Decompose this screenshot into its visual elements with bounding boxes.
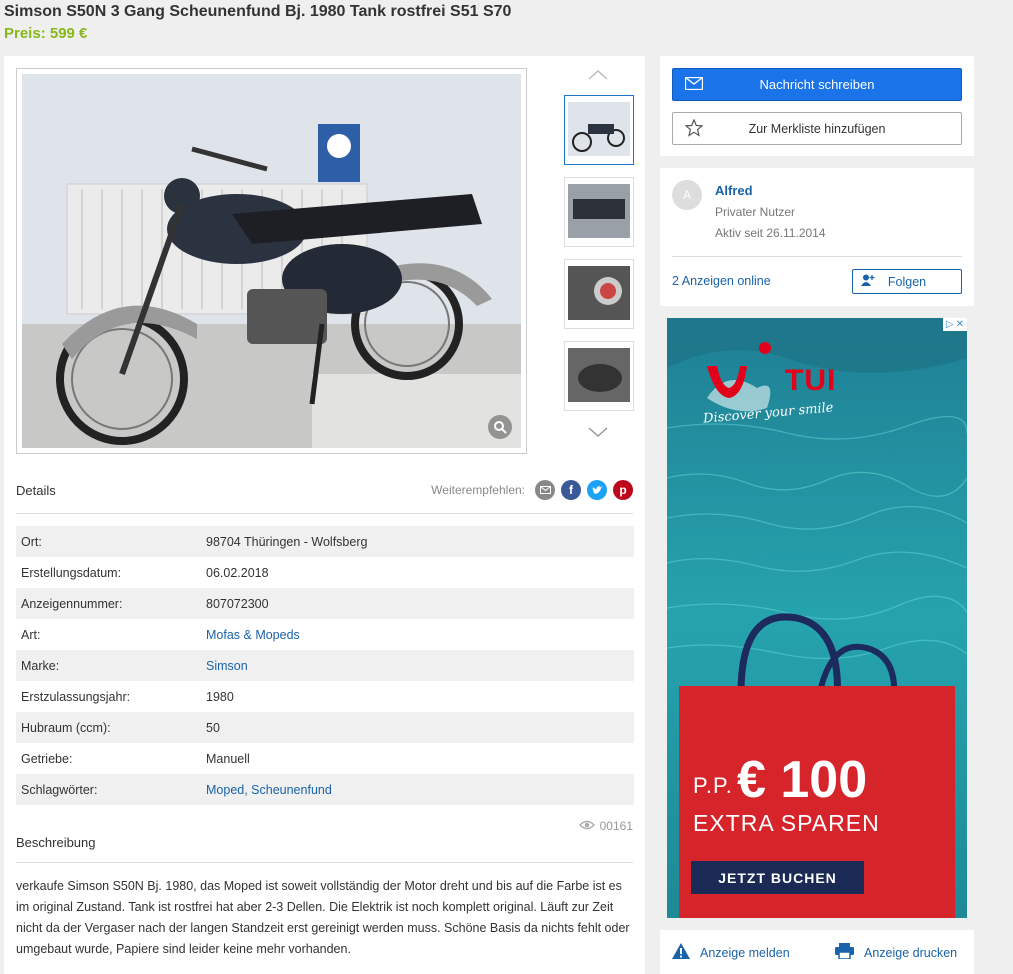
thumbnail-1[interactable] [564,95,634,165]
attr-key: Getriebe: [21,751,73,766]
details-header: Details Weiterempfehlen: f p [16,480,633,514]
attr-row-displacement: Hubraum (ccm): 50 [16,712,634,743]
attr-value: Manuell [206,751,250,766]
report-print-card: Anzeige melden Anzeige drucken [660,930,974,974]
thumbnail-4[interactable] [564,341,634,411]
description-text: verkaufe Simson S50N Bj. 1980, das Moped… [16,879,630,956]
ad-cta-button[interactable]: JETZT BUCHEN [691,861,864,894]
chevron-up-icon[interactable] [586,62,610,86]
attr-link-type[interactable]: Mofas & Mopeds [206,628,300,642]
attr-row-tags: Schlagwörter: Moped, Scheunenfund [16,774,634,805]
ad-choices[interactable]: ▷ ✕ [942,318,967,331]
attr-row-brand: Marke: Simson [16,650,634,681]
send-message-label: Nachricht schreiben [759,77,875,92]
ad-extra-text: EXTRA SPAREN [693,810,880,836]
follow-button[interactable]: Folgen [852,269,962,294]
attr-row-type: Art: Mofas & Mopeds [16,619,634,650]
attr-key: Hubraum (ccm): [21,720,111,735]
ad-banner[interactable]: TUI Discover your smile P.P. € 100 EXTRA… [667,318,967,918]
motorcycle-photo[interactable] [22,74,521,448]
attr-row-location: Ort: 98704 Thüringen - Wolfsberg [16,526,634,557]
seller-type: Privater Nutzer [715,205,796,219]
attr-key: Ort: [21,534,42,549]
envelope-icon [684,76,704,93]
thumbnail-2[interactable] [564,177,634,247]
follow-label: Folgen [887,274,927,289]
eye-icon [578,819,595,833]
thumbnail-strip [564,56,634,456]
chevron-down-icon[interactable] [586,421,610,445]
listing-main-card: Details Weiterempfehlen: f p Ort: 98704 T… [4,56,645,974]
attr-key: Erstellungsdatum: [21,565,122,580]
divider [672,256,962,257]
ad-choices-icon[interactable]: ▷ [946,319,954,330]
attr-value: 807072300 [206,596,269,611]
ad-price-prefix: P.P. [693,773,733,798]
listing-price: Preis: 599 € [4,25,88,42]
attr-key: Erstzulassungsjahr: [21,689,131,704]
zoom-icon[interactable] [488,415,512,439]
seller-ads-link[interactable]: 2 Anzeigen online [672,274,771,288]
view-counter: 00161 [578,819,633,833]
report-ad-label: Anzeige melden [700,945,790,960]
twitter-icon[interactable] [587,480,607,500]
ad-price: € 100 [737,751,868,809]
attr-link-brand[interactable]: Simson [206,659,248,673]
warning-icon [672,943,690,962]
description-heading: Beschreibung [16,835,96,850]
share-label: Weiterempfehlen: [431,483,525,497]
share-bar: Weiterempfehlen: f p [431,480,633,500]
main-image[interactable] [16,68,527,454]
report-ad-link[interactable]: Anzeige melden [672,943,790,962]
attr-key: Marke: [21,658,60,673]
details-heading: Details [16,483,56,498]
attr-key: Anzeigennummer: [21,596,123,611]
avatar: A [672,180,702,210]
printer-icon [835,943,854,962]
add-to-watchlist-button[interactable]: Zur Merkliste hinzufügen [672,112,962,145]
add-user-icon [861,274,875,289]
star-icon [684,118,704,140]
contact-actions-card: Nachricht schreiben Zur Merkliste hinzuf… [660,56,974,156]
seller-name[interactable]: Alfred [715,183,753,198]
description-header: Beschreibung [16,834,633,863]
thumbnail-3[interactable] [564,259,634,329]
facebook-icon[interactable]: f [561,480,581,500]
attr-key: Schlagwörter: [21,782,98,797]
attributes-table: Ort: 98704 Thüringen - Wolfsberg Erstellu… [16,526,634,805]
listing-title: Simson S50N 3 Gang Scheunenfund Bj. 1980… [4,3,512,20]
attr-value: 50 [206,720,220,735]
attr-row-first-registration: Erstzulassungsjahr: 1980 [16,681,634,712]
attr-value: 98704 Thüringen - Wolfsberg [206,534,368,549]
close-icon[interactable]: ✕ [956,319,964,330]
attr-key: Art: [21,627,41,642]
attr-row-created: Erstellungsdatum: 06.02.2018 [16,557,634,588]
view-count: 00161 [599,819,633,833]
seller-active-since: Aktiv seit 26.11.2014 [715,226,826,240]
seller-card: A Alfred Privater Nutzer Aktiv seit 26.1… [660,168,974,306]
print-ad-label: Anzeige drucken [864,945,958,960]
print-ad-link[interactable]: Anzeige drucken [835,943,957,962]
attr-value: 1980 [206,689,234,704]
attr-link-tags[interactable]: Moped, Scheunenfund [206,783,332,797]
pinterest-icon[interactable]: p [613,480,633,500]
attr-value: 06.02.2018 [206,565,269,580]
watchlist-label: Zur Merkliste hinzufügen [748,121,886,136]
email-icon[interactable] [535,480,555,500]
send-message-button[interactable]: Nachricht schreiben [672,68,962,101]
attr-row-transmission: Getriebe: Manuell [16,743,634,774]
tui-logo: TUI [785,364,837,397]
attr-row-ad-number: Anzeigennummer: 807072300 [16,588,634,619]
